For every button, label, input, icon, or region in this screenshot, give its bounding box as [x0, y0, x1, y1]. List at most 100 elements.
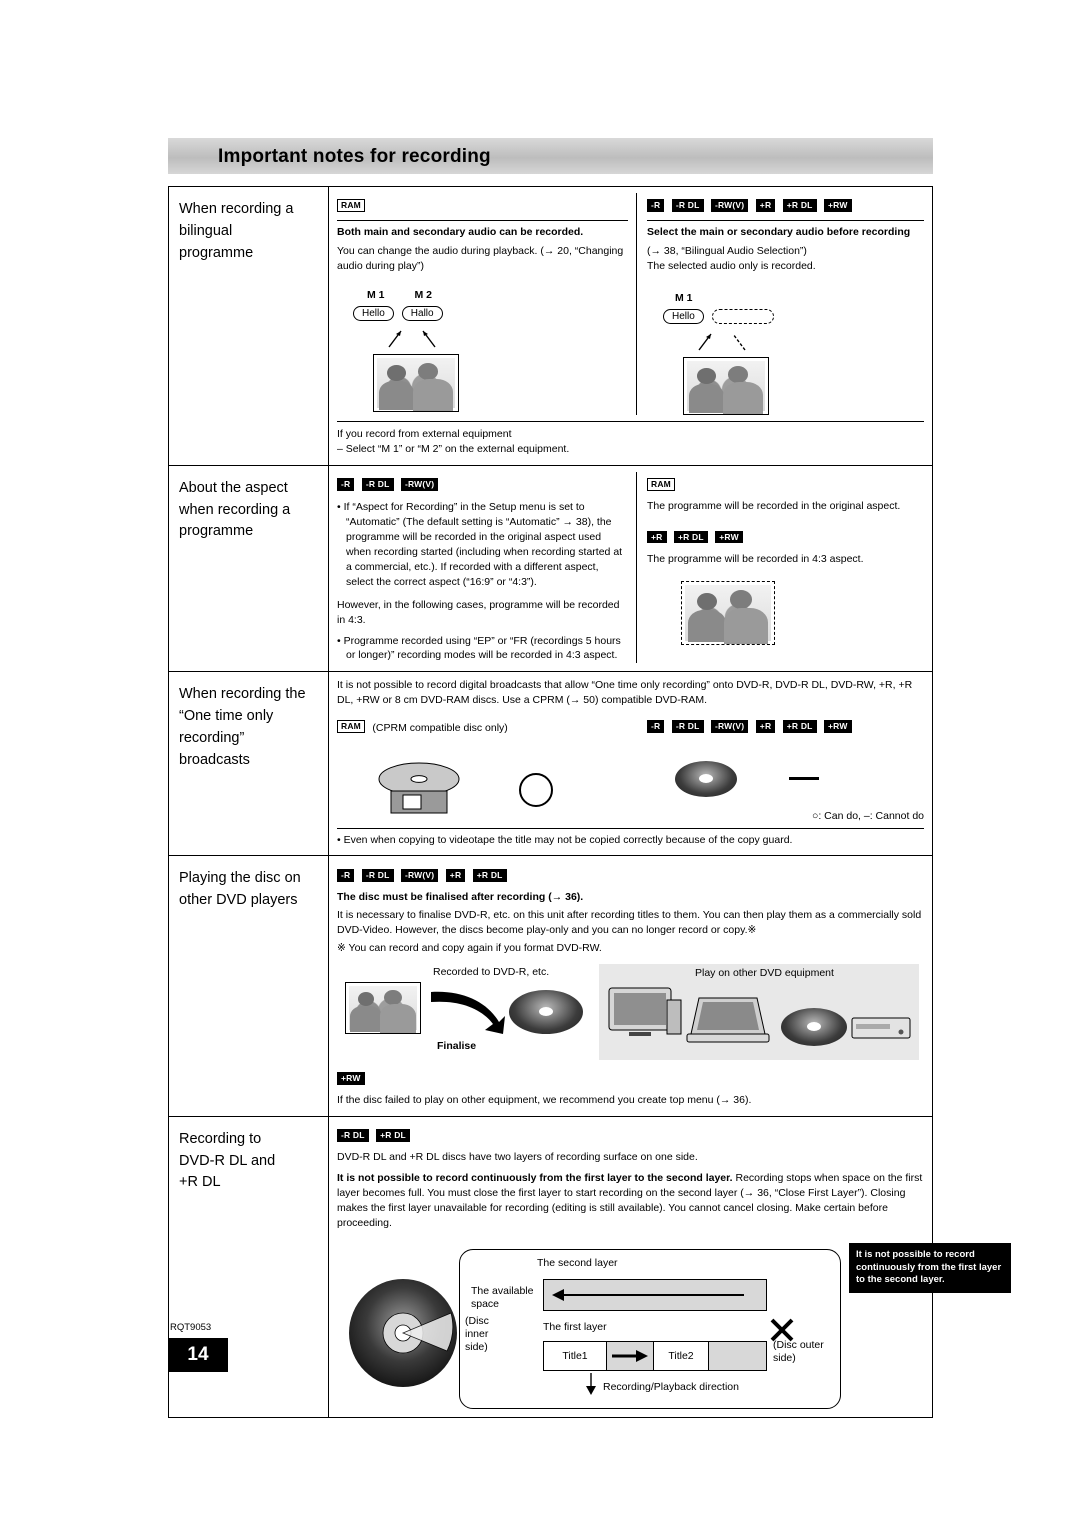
badge-rdl: -R DL	[337, 1129, 369, 1143]
table-row-otherplayers: Playing the disc on other DVD players -R…	[169, 856, 932, 1117]
bilingual-right-body2: The selected audio only is recorded.	[647, 260, 816, 273]
dl-label-second-layer: The second layer	[537, 1256, 618, 1269]
badge-ram: RAM	[647, 478, 675, 492]
disc-icon-play	[781, 1007, 847, 1046]
row-label-bilingual: When recording a bilingual programme	[169, 187, 329, 465]
dl-label-disc-outer: (Disc outer side)	[773, 1338, 824, 1364]
dl-body-1: DVD-R DL and +R DL discs have two layers…	[337, 1151, 698, 1164]
dl-title2: Title2	[653, 1341, 709, 1370]
bilingual-footer-1: If you record from external equipment	[337, 428, 512, 441]
row-content-dl: -R DL +R DL DVD-R DL and +R DL discs hav…	[329, 1117, 1011, 1417]
dl-callout-box: It is not possible to record continuousl…	[849, 1242, 1011, 1294]
label-line: other DVD players	[179, 892, 298, 909]
row-label-onetime: When recording the “One time only record…	[169, 672, 329, 856]
label-line: programme	[179, 244, 254, 261]
badge-group-plusrw: +RW	[337, 1068, 924, 1090]
row-content-aspect: -R -R DL -RW(V) • If “Aspect for Recordi…	[329, 466, 932, 671]
disc-icon-dvd	[675, 760, 737, 797]
badge-plusrdl: +R DL	[472, 868, 507, 882]
otherplayers-body: It is necessary to finalise DVD-R, etc. …	[337, 908, 922, 936]
badge-r: -R	[647, 199, 665, 213]
otherplayers-heading: The disc must be finalised after recordi…	[337, 890, 584, 903]
badge-rdl: -R DL	[361, 478, 394, 492]
bilingual-arrows-icon	[388, 330, 436, 348]
direction-arrow-icon	[586, 1372, 596, 1395]
speech-bubble-hello: Hello	[353, 306, 394, 322]
table-row-onetime: When recording the “One time only record…	[169, 672, 932, 857]
row-content-onetime: It is not possible to record digital bro…	[329, 672, 932, 855]
label-line: When recording the	[179, 686, 306, 703]
aspect-right: RAM The programme will be recorded in th…	[637, 472, 924, 663]
label-line: programme	[179, 523, 254, 540]
badge-rwv: -RW(V)	[400, 868, 439, 882]
diagram-label-play-other: Play on other DVD equipment	[695, 966, 834, 979]
badge-plusrw: +RW	[715, 530, 743, 544]
bilingual-left-body: You can change the audio during playback…	[337, 245, 624, 273]
bilingual-left: RAM Both main and secondary audio can be…	[337, 193, 637, 416]
label-line: Recording to	[179, 1130, 262, 1147]
aspect-bullet-2: • Programme recorded using “EP” or “FR (…	[337, 634, 621, 662]
label-line: when recording a	[179, 501, 291, 518]
badge-rdl: -R DL	[671, 199, 704, 213]
label-m1: M 1	[367, 289, 385, 302]
badge-plusr: +R	[755, 720, 776, 734]
speech-bubble-hello-right: Hello	[663, 309, 704, 325]
badge-plusrw: +RW	[337, 1071, 365, 1085]
table-row-aspect: About the aspect when recording a progra…	[169, 465, 932, 673]
disc-icon-finalised	[509, 989, 583, 1034]
onetime-legend: ○: Can do, –: Cannot do	[812, 809, 924, 822]
label-line: DVD-R DL and	[179, 1152, 276, 1169]
bilingual-right-body1: (→ 38, “Bilingual Audio Selection”)	[647, 245, 807, 258]
badge-plusrdl: +R DL	[376, 1129, 410, 1143]
badge-rwv: -RW(V)	[400, 478, 439, 492]
dl-title1: Title1	[544, 1341, 607, 1370]
page: Important notes for recording When recor…	[0, 0, 1080, 1528]
badge-ram: RAM	[337, 199, 365, 213]
badge-group-ram: RAM	[337, 195, 628, 217]
badge-plusrdl: +R DL	[673, 530, 708, 544]
finalise-arrow-icon	[431, 991, 505, 1034]
badge-plusrw: +RW	[824, 720, 852, 734]
label-line: “One time only	[179, 708, 274, 725]
speech-bubble-empty	[711, 309, 774, 325]
badge-group-otherplayers: -R -R DL -RW(V) +R +R DL	[337, 864, 924, 886]
tv-picture-left	[373, 354, 459, 413]
otherplayers-body2: If the disc failed to play on other equi…	[337, 1093, 752, 1106]
badge-plusr: +R	[647, 530, 667, 544]
row-content-bilingual: RAM Both main and secondary audio can be…	[329, 187, 932, 465]
badge-rwv: -RW(V)	[710, 199, 749, 213]
badge-group-disc: -R -R DL -RW(V) +R +R DL +RW	[647, 195, 924, 217]
bilingual-right: -R -R DL -RW(V) +R +R DL +RW Select the …	[637, 193, 924, 416]
dl-label-first-layer: The first layer	[543, 1320, 607, 1333]
badge-rwv: -RW(V)	[710, 720, 749, 734]
aspect-bullet-1: • If “Aspect for Recording” in the Setup…	[337, 501, 623, 588]
model-code: RQT9053	[170, 1322, 212, 1333]
aspect-plus-text: The programme will be recorded in 4:3 as…	[647, 552, 864, 565]
label-line: recording”	[179, 729, 245, 746]
badge-r: -R	[337, 478, 355, 492]
dl-body-2-bold: It is not possible to record continuousl…	[337, 1172, 733, 1185]
dl-callout-text: It is not possible to record continuousl…	[856, 1248, 1002, 1286]
badge-plusrdl: +R DL	[782, 720, 817, 734]
badge-rdl: -R DL	[361, 868, 394, 882]
dl-second-layer-bar	[543, 1278, 767, 1311]
dl-body-2: It is not possible to record continuousl…	[337, 1171, 924, 1231]
bilingual-right-heading: Select the main or secondary audio befor…	[647, 220, 924, 240]
label-m2: M 2	[414, 289, 433, 302]
tv-picture-aspect	[681, 580, 775, 645]
aspect-left: -R -R DL -RW(V) • If “Aspect for Recordi…	[337, 471, 637, 664]
onetime-intro: It is not possible to record digital bro…	[337, 679, 913, 707]
badge-plusr: +R	[755, 199, 776, 213]
onetime-bullet-text: Even when copying to videotape the title…	[343, 833, 793, 846]
onetime-left-label: (CPRM compatible disc only)	[372, 722, 508, 735]
row-label-otherplayers: Playing the disc on other DVD players	[169, 856, 329, 1116]
row-content-otherplayers: -R -R DL -RW(V) +R +R DL The disc must b…	[329, 856, 932, 1115]
badge-group-aspect-left: -R -R DL -RW(V)	[337, 474, 628, 496]
onetime-bullet: • Even when copying to videotape the tit…	[337, 833, 793, 846]
can-do-circle-icon	[519, 773, 553, 808]
aspect-ram-text: The programme will be recorded in the or…	[647, 500, 901, 513]
dvd-player-icon	[851, 1017, 911, 1038]
dl-label-available-space: The available space	[471, 1284, 534, 1311]
disc-icon-ram	[377, 757, 473, 824]
badge-group-ram-aspect: RAM	[647, 474, 924, 496]
